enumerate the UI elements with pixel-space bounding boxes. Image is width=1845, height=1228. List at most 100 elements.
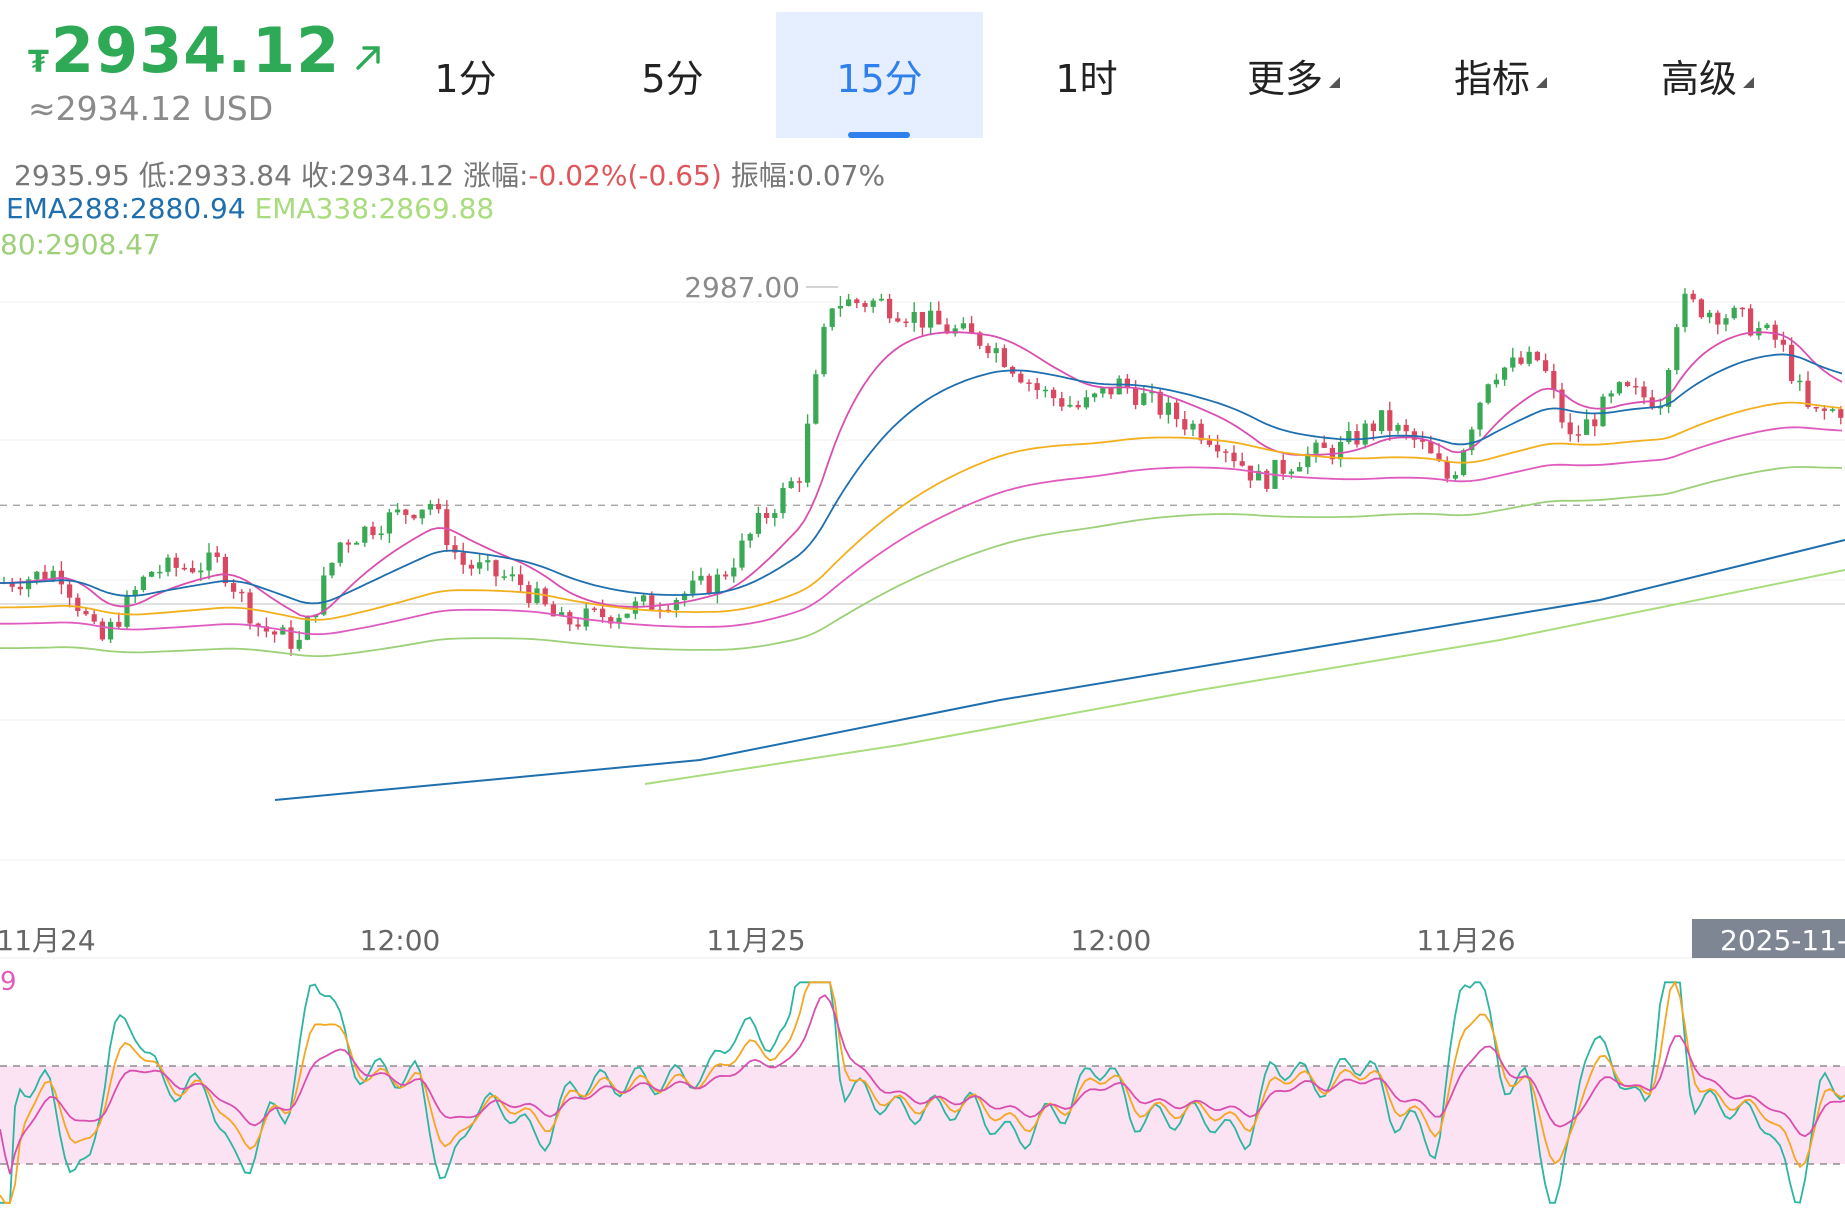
candle-up — [772, 513, 778, 518]
candle-down — [1690, 293, 1696, 300]
candle-up — [714, 574, 720, 594]
candle-up — [329, 562, 335, 576]
candle-up — [485, 560, 491, 563]
candle-up — [354, 542, 360, 545]
candle-down — [239, 591, 245, 594]
candle-up — [124, 595, 130, 627]
candle-down — [854, 299, 860, 304]
candle-up — [846, 299, 852, 306]
candle-down — [1059, 398, 1065, 407]
candle-down — [919, 311, 925, 328]
candle-up — [1313, 442, 1319, 454]
candle-up — [1830, 409, 1836, 411]
candle-down — [723, 574, 729, 577]
max-price-label: 2987.00 — [684, 271, 800, 304]
candle-up — [739, 540, 745, 568]
candle-up — [1338, 441, 1344, 460]
candle-down — [116, 621, 122, 627]
candle-down — [1215, 444, 1221, 452]
candle-down — [1641, 386, 1647, 398]
candle-up — [1100, 387, 1106, 394]
candle-up — [419, 509, 425, 519]
candle-up — [1616, 382, 1622, 394]
candle-up — [993, 348, 999, 354]
candle-up — [780, 487, 786, 514]
candle-down — [600, 608, 606, 618]
candle-up — [198, 570, 204, 573]
candle-down — [1051, 389, 1057, 399]
candle-down — [1223, 451, 1229, 453]
x-tick-label: 12:00 — [360, 924, 441, 957]
candle-down — [190, 568, 196, 573]
candle-down — [1838, 409, 1844, 418]
candle-down — [493, 560, 499, 577]
candle-down — [903, 321, 909, 324]
candle-down — [796, 481, 802, 483]
candle-down — [1575, 434, 1581, 436]
candle-up — [1502, 367, 1508, 380]
candle-down — [1354, 431, 1360, 445]
candle-up — [1452, 475, 1458, 479]
candle-down — [1018, 373, 1024, 383]
candle-down — [1698, 299, 1704, 318]
candle-up — [337, 542, 343, 563]
candle-up — [747, 533, 753, 541]
oscillator-label: 9 — [0, 967, 17, 997]
candle-up — [673, 600, 679, 610]
candle-down — [649, 595, 655, 610]
candle-down — [403, 509, 409, 515]
price-chart[interactable]: 2987.00 11月24 12:00 11月25 12:00 11月26 2025-11-… — [0, 0, 1845, 1228]
candle-down — [1748, 308, 1754, 336]
candle-up — [1493, 379, 1499, 385]
candle-down — [75, 597, 81, 612]
candle-down — [1001, 348, 1007, 368]
candle-up — [1526, 351, 1532, 364]
candle-down — [1772, 324, 1778, 340]
candle-down — [1247, 465, 1253, 481]
candle-down — [591, 608, 597, 610]
candle-down — [1075, 404, 1081, 408]
candle-up — [1600, 396, 1606, 427]
candle-down — [17, 586, 23, 590]
candle-up — [1584, 419, 1590, 435]
candle-up — [911, 311, 917, 323]
candle-up — [1797, 380, 1803, 383]
candle-down — [1543, 360, 1549, 372]
candle-down — [1157, 391, 1163, 415]
candle-down — [1625, 382, 1631, 386]
candle-up — [1510, 357, 1516, 368]
candle-up — [304, 617, 310, 640]
candle-up — [378, 533, 384, 536]
candle-down — [222, 556, 228, 584]
candle-up — [1485, 384, 1491, 403]
candle-up — [1764, 324, 1770, 329]
candle-up — [1682, 293, 1688, 328]
candle-down — [444, 509, 450, 546]
candle-up — [1346, 431, 1352, 442]
candle-up — [149, 571, 155, 577]
candle-up — [1042, 389, 1048, 392]
candle-up — [108, 621, 114, 640]
candle-up — [788, 481, 794, 488]
candle-up — [1067, 404, 1073, 407]
candle-down — [985, 345, 991, 354]
chart-screen: ₮ 2934.12 ≈2934.12 USD 1分 5分 15分 1时 更多 指… — [0, 0, 1845, 1228]
candle-down — [436, 503, 442, 510]
candle-down — [969, 323, 975, 333]
candle-up — [501, 576, 507, 578]
candle-up — [1083, 397, 1089, 408]
candle-up — [395, 509, 401, 513]
x-tick-label: 11月26 — [1416, 924, 1515, 957]
candle-down — [1739, 307, 1745, 310]
candle-down — [1174, 402, 1180, 420]
candle-up — [1092, 393, 1098, 398]
candle-up — [296, 639, 302, 649]
candle-down — [1280, 459, 1286, 474]
candle-up — [1666, 370, 1672, 407]
candle-up — [477, 562, 483, 569]
x-tick-label: 11月24 — [0, 924, 96, 957]
candle-down — [764, 512, 770, 518]
candle-up — [1723, 318, 1729, 325]
candle-down — [887, 298, 893, 319]
candle-up — [805, 423, 811, 483]
